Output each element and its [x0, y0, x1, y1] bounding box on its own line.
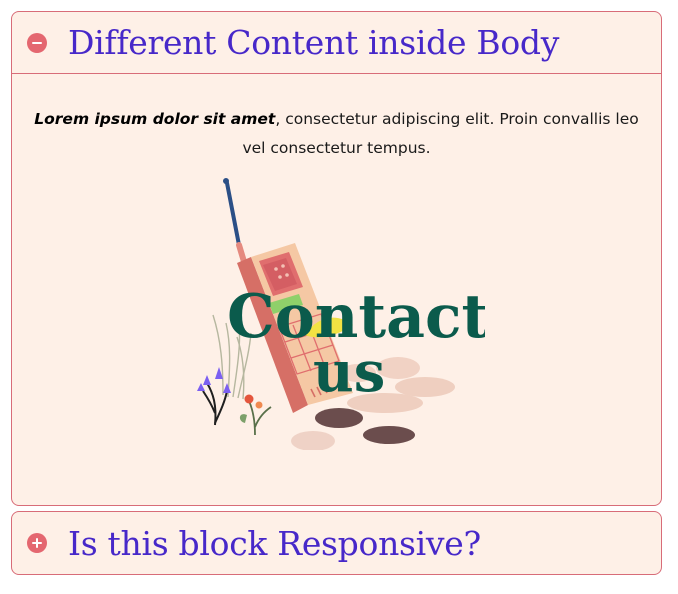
- accordion-body: Lorem ipsum dolor sit amet, consectetur …: [12, 105, 661, 163]
- plus-circle-icon[interactable]: [27, 533, 47, 553]
- intro-bold-text: Lorem ipsum dolor sit amet: [34, 110, 276, 128]
- intro-paragraph: Lorem ipsum dolor sit amet, consectetur …: [32, 105, 641, 163]
- us-word: us: [313, 339, 385, 405]
- minus-circle-icon[interactable]: [27, 32, 47, 53]
- accordion-header-different-content[interactable]: Different Content inside Body: [12, 12, 661, 74]
- contact-us-illustration: Contact us: [193, 165, 485, 450]
- accordion-item-responsive: Is this block Responsive?: [11, 511, 662, 575]
- accordion-header-responsive[interactable]: Is this block Responsive?: [12, 512, 661, 574]
- accordion-title: Is this block Responsive?: [68, 523, 481, 563]
- intro-text: , consectetur adipiscing elit. Proin con…: [242, 110, 639, 157]
- accordion-title: Different Content inside Body: [68, 23, 560, 62]
